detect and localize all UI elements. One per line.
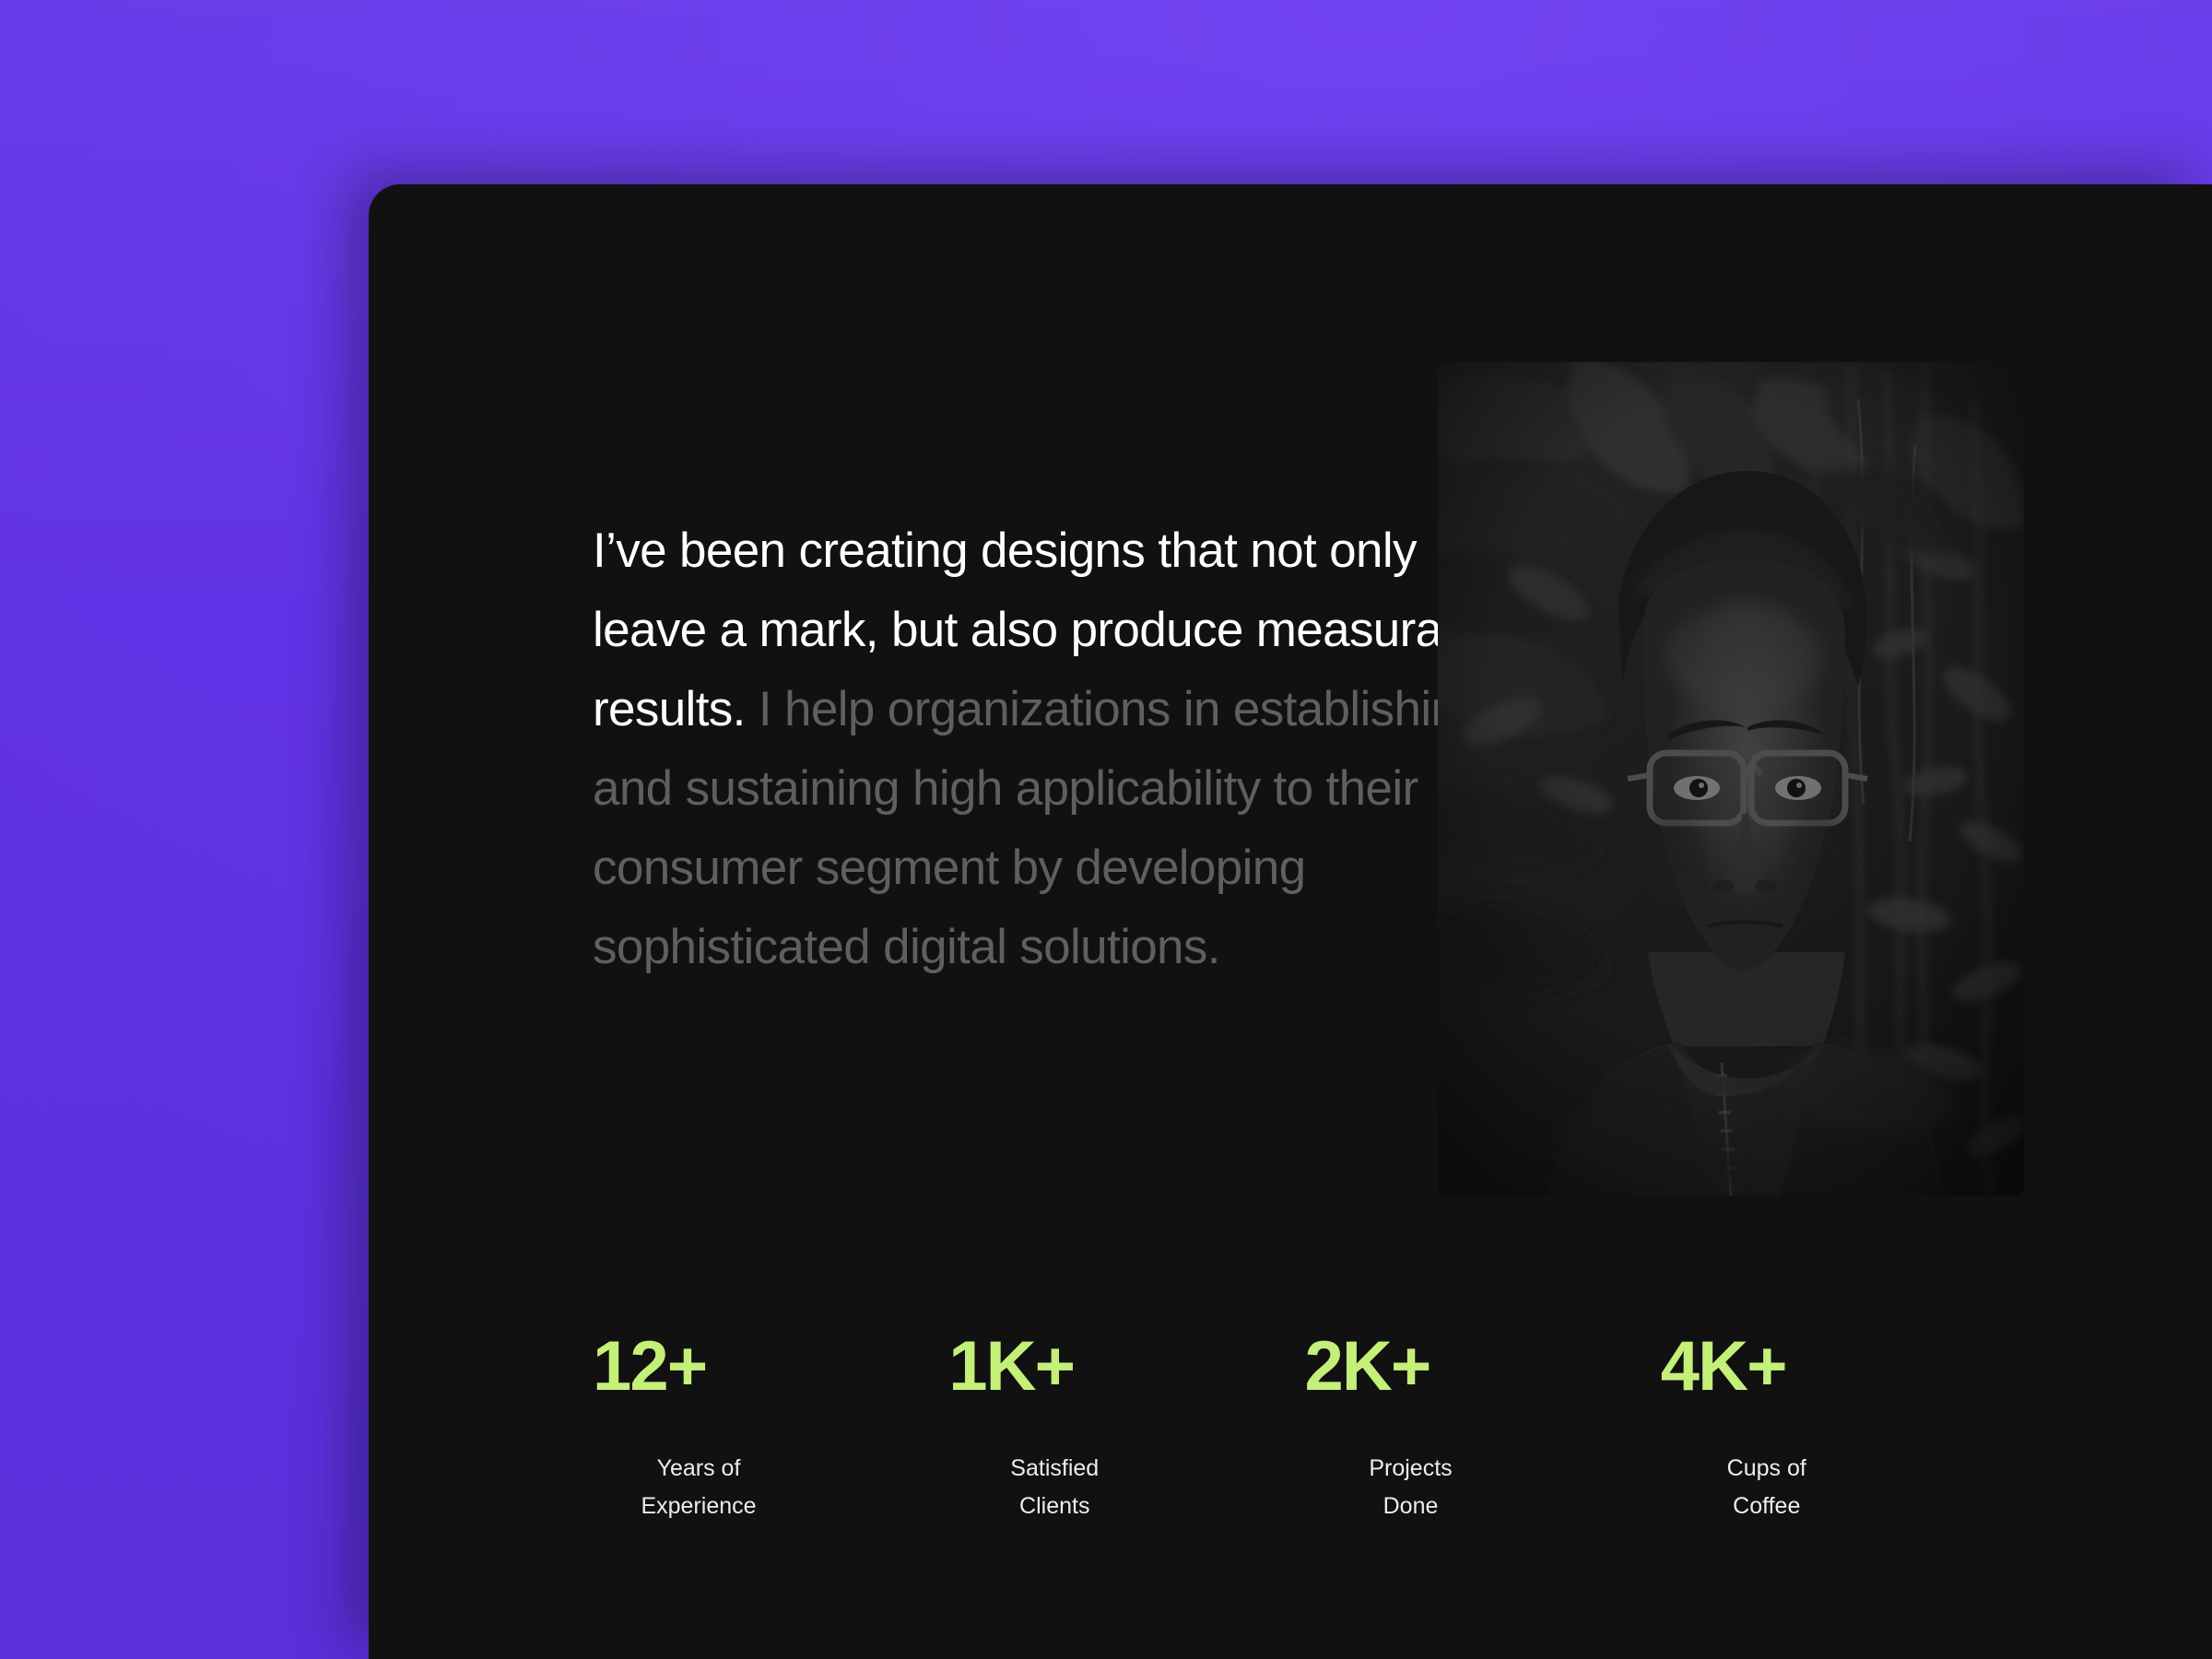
about-paragraph: I’ve been creating designs that not only… — [593, 512, 1533, 987]
stat-item-satisfied-clients: 1K+ Satisfied Clients — [948, 1332, 1304, 1525]
stat-label: Cups of Coffee — [1661, 1450, 1873, 1525]
about-section-card: I’ve been creating designs that not only… — [369, 184, 2212, 1659]
stat-value: 2K+ — [1304, 1327, 1432, 1406]
about-copy-block: I’ve been creating designs that not only… — [593, 512, 1533, 987]
stat-label-line-2: Clients — [1019, 1493, 1090, 1519]
stat-label-line-1: Satisfied — [1010, 1455, 1100, 1481]
stat-label: Projects Done — [1305, 1450, 1517, 1525]
stats-row: 12+ Years of Experience 1K+ Satisfied Clie… — [593, 1332, 2017, 1525]
stat-item-years-of-experience: 12+ Years of Experience — [593, 1332, 948, 1525]
stat-label-line-2: Experience — [641, 1493, 757, 1519]
stat-value: 1K+ — [948, 1327, 1076, 1406]
stat-label: Years of Experience — [593, 1450, 805, 1525]
stat-label-line-2: Done — [1382, 1493, 1439, 1519]
stat-value: 4K+ — [1660, 1327, 1788, 1406]
stat-item-cups-of-coffee: 4K+ Cups of Coffee — [1661, 1332, 2017, 1525]
stat-value: 12+ — [593, 1327, 708, 1406]
stat-label-line-1: Projects — [1369, 1455, 1453, 1481]
stat-label: Satisfied Clients — [948, 1450, 1160, 1525]
portrait-photo — [1438, 362, 2024, 1196]
stat-label-line-1: Years of — [656, 1455, 741, 1481]
stat-label-line-1: Cups of — [1726, 1455, 1806, 1481]
stat-item-projects-done: 2K+ Projects Done — [1305, 1332, 1661, 1525]
stat-label-line-2: Coffee — [1733, 1493, 1801, 1519]
screenshot-root: I’ve been creating designs that not only… — [0, 0, 2212, 1659]
